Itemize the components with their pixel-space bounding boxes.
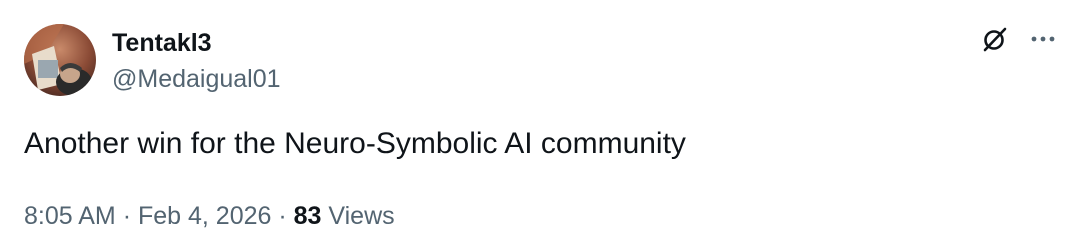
meta-separator: ·: [122, 202, 132, 230]
author-block: Tentakl3 @Medaigual01: [112, 28, 281, 94]
post-text: Another win for the Neuro-Symbolic AI co…: [24, 127, 686, 160]
author-display-name[interactable]: Tentakl3: [112, 28, 281, 58]
author-handle[interactable]: @Medaigual01: [112, 64, 281, 94]
tweet-card: Tentakl3 @Medaigual01 Another win for th…: [0, 0, 1080, 245]
meta-separator: ·: [278, 202, 287, 230]
post-actions: [982, 26, 1056, 52]
post-time[interactable]: 8:05 AM: [24, 202, 116, 230]
avatar[interactable]: [24, 24, 96, 96]
avatar-image: [24, 24, 96, 96]
views-label: Views: [328, 202, 395, 230]
grok-icon[interactable]: [982, 26, 1008, 52]
post-date[interactable]: Feb 4, 2026: [138, 202, 271, 230]
views-count: 83: [293, 202, 322, 230]
post-meta: 8:05 AM · Feb 4, 2026 · 83 Views: [24, 198, 395, 234]
more-options-icon[interactable]: [1030, 35, 1056, 43]
